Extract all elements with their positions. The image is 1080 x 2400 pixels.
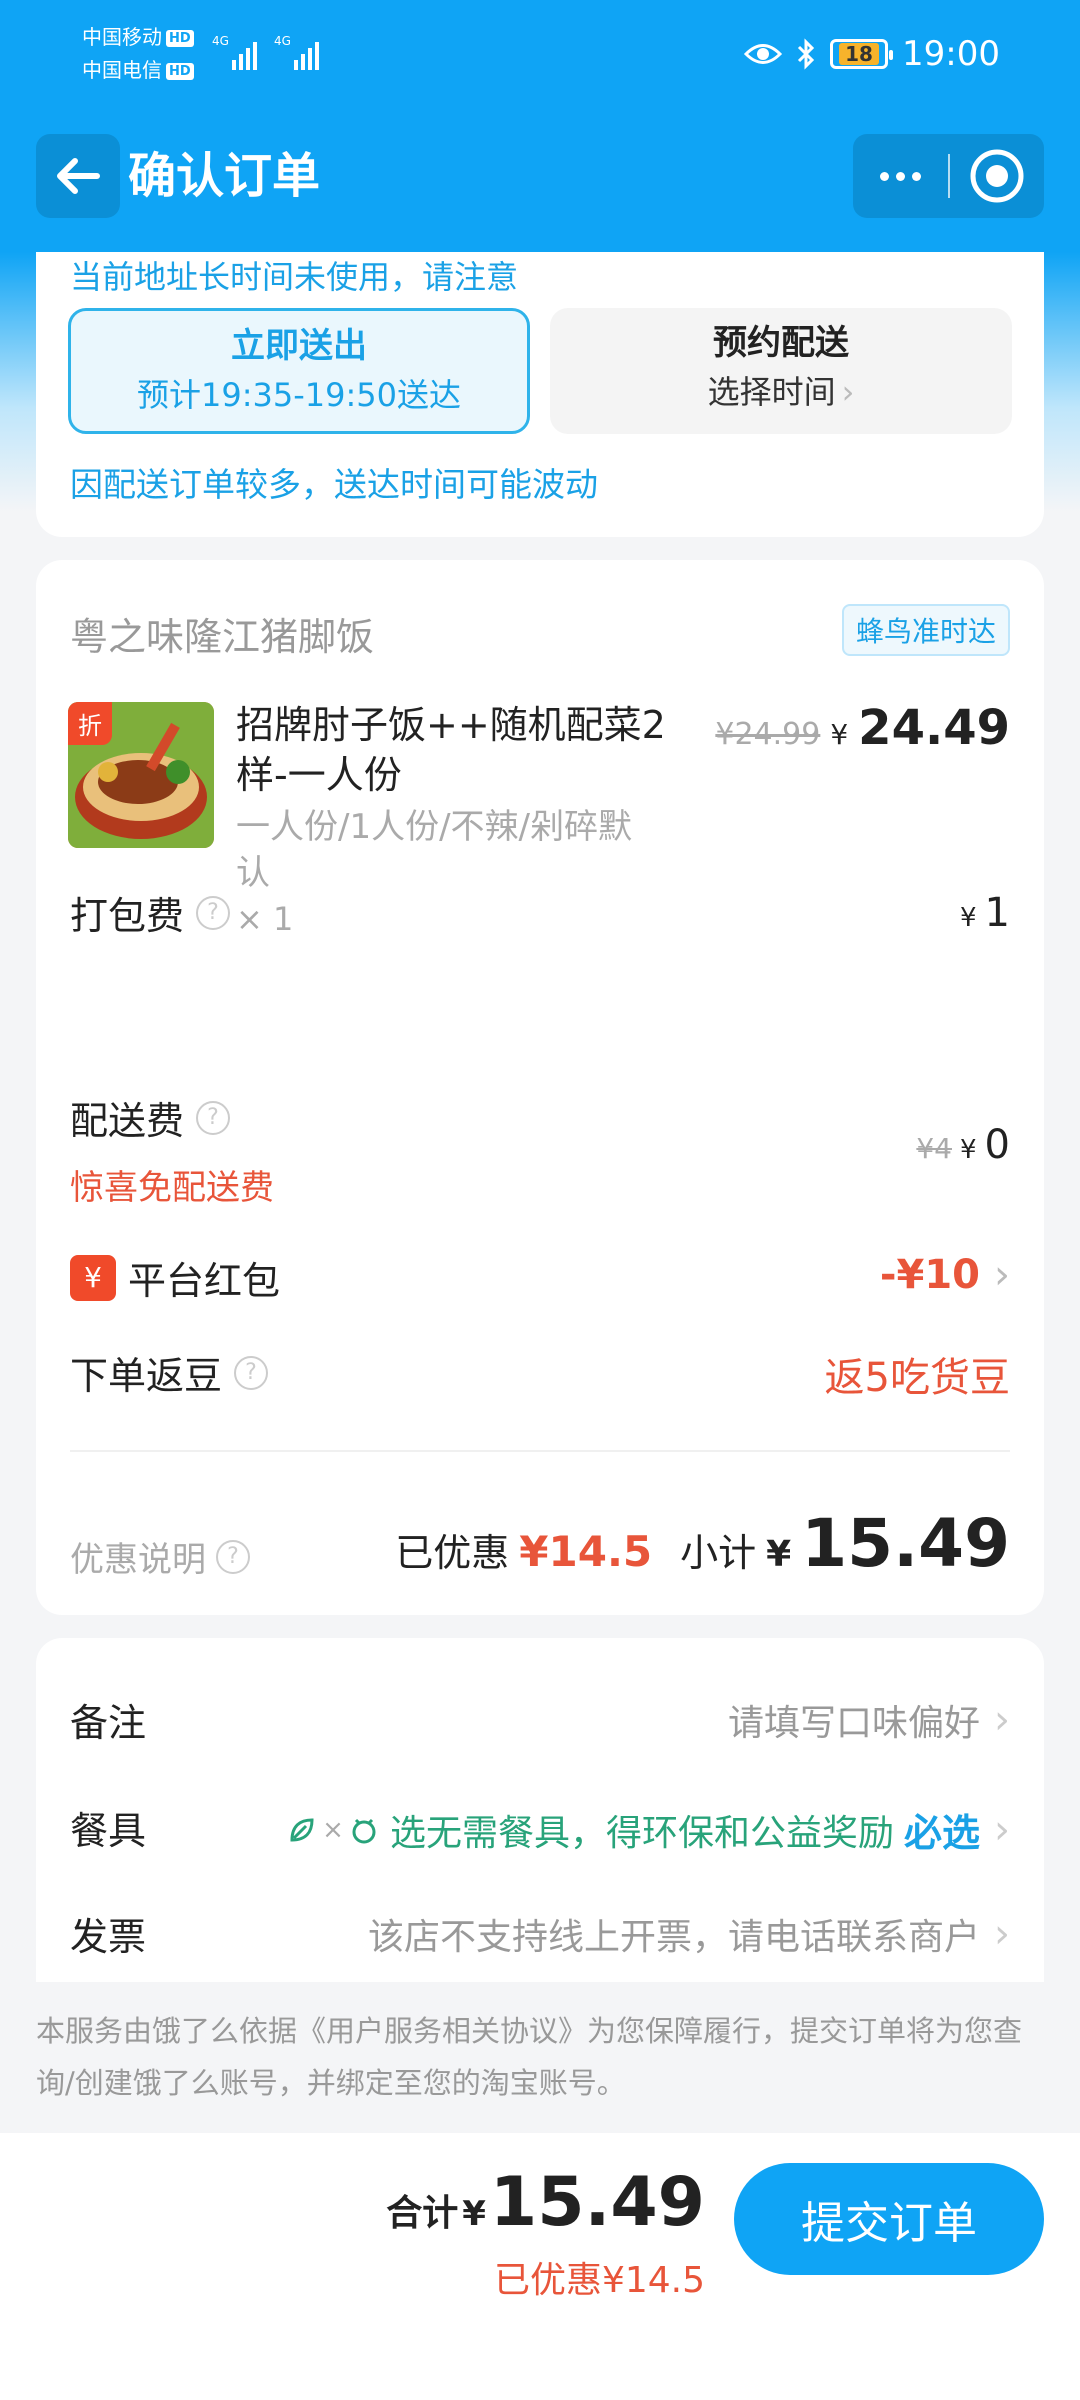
currency-symbol: ¥: [766, 1534, 792, 1575]
dish-name: 招牌肘子饭++随机配菜2样-一人份: [236, 703, 666, 797]
total-amount: 15.49: [489, 2163, 705, 2242]
saved-amount: ¥14.5: [519, 1527, 653, 1576]
chevron-right-icon: ›: [994, 1697, 1010, 1743]
deliver-now-title: 立即送出: [231, 326, 367, 366]
nav-bar: 确认订单: [0, 108, 1080, 252]
invoice-row[interactable]: 发票 该店不支持线上开票，请电话联系商户 ›: [70, 1902, 1010, 1962]
delay-note: 因配送订单较多，送达时间可能波动: [70, 465, 598, 504]
dot-icon: [912, 171, 921, 181]
free-delivery-promo: 惊喜免配送费: [70, 1168, 274, 1208]
beans-label: 下单返豆 ?: [70, 1345, 269, 1400]
bottom-bar: 合计 ¥ 15.49 已优惠¥14.5 提交订单: [0, 2133, 1080, 2400]
close-mini-program-button[interactable]: [950, 134, 1044, 218]
subtotal-label: 小计: [680, 1531, 757, 1575]
header: 中国移动 HD 中国电信 HD 4G 4G 18 19:00 确认订单: [0, 0, 1080, 252]
dish-prices: ¥24.99 ¥ 24.49: [715, 700, 1010, 756]
arrow-left-icon: [57, 158, 100, 194]
required-tag: 必选: [903, 1811, 980, 1855]
chevron-right-icon: ›: [994, 1806, 1010, 1853]
dish-quantity: × 1: [236, 900, 294, 938]
deliver-now-eta: 预计19:35-19:50送达: [137, 376, 461, 414]
shop-name[interactable]: 粤之味隆江猪脚饭: [70, 606, 374, 661]
address-warning: 当前地址长时间未使用，请注意: [70, 258, 519, 296]
scheduled-delivery-option[interactable]: 预约配送 选择时间 ›: [550, 308, 1012, 434]
divider: [70, 1450, 1010, 1452]
dish-image: 折: [68, 702, 214, 848]
bluetooth-icon: [797, 38, 815, 70]
total-saved: 已优惠¥14.5: [493, 2260, 705, 2301]
target-close-icon: [970, 149, 1024, 203]
currency-symbol: ¥: [830, 718, 849, 751]
total-line: 合计 ¥ 15.49: [386, 2163, 705, 2242]
hd-badge: HD: [166, 30, 194, 47]
more-button[interactable]: [853, 134, 948, 218]
back-button[interactable]: [36, 134, 120, 218]
packing-fee-label: 打包费 ?: [70, 885, 231, 940]
tableware-value: × 选无需餐具，得环保和公益奖励 必选 ›: [286, 1802, 1010, 1857]
order-summary: 已优惠 ¥14.5 小计 ¥ 15.49: [395, 1505, 1010, 1582]
remark-label: 备注: [70, 1701, 147, 1745]
discount-note[interactable]: 优惠说明 ?: [70, 1532, 250, 1581]
agreement-text: 本服务由饿了么依据《用户服务相关协议》为您保障履行，提交订单将为您查询/创建饿了…: [36, 2014, 1023, 2100]
extras-card: 备注 请填写口味偏好 › 餐具 × 选无需餐具，得环保和公益奖励 必选 › 发票: [36, 1638, 1044, 1982]
total-label: 合计: [386, 2193, 459, 2234]
carrier-1: 中国移动 HD: [82, 25, 194, 49]
invoice-value: 该店不支持线上开票，请电话联系商户 ›: [367, 1911, 1010, 1958]
hd-badge: HD: [166, 63, 194, 80]
invoice-label: 发票: [70, 1915, 147, 1959]
page-title: 确认订单: [128, 148, 321, 204]
remark-row[interactable]: 备注 请填写口味偏好 ›: [70, 1688, 1010, 1748]
deliver-now-option[interactable]: 立即送出 预计19:35-19:50送达: [68, 308, 530, 434]
status-bar: 中国移动 HD 中国电信 HD 4G 4G 18 19:00: [0, 0, 1080, 108]
order-card: 粤之味隆江猪脚饭 蜂鸟准时达 折 招牌肘子饭++随机配菜2样-一人份 一人份/1…: [36, 560, 1044, 1615]
original-price: ¥24.99: [715, 717, 821, 752]
currency-symbol: ¥: [462, 2194, 486, 2234]
red-packet-label[interactable]: ¥ 平台红包: [70, 1250, 280, 1305]
chevron-right-icon: ›: [994, 1252, 1010, 1298]
dish-spec: 一人份/1人份/不辣/剁碎默认: [236, 807, 632, 893]
tableware-row[interactable]: 餐具 × 选无需餐具，得环保和公益奖励 必选 ›: [70, 1796, 1010, 1856]
shop-badge: 蜂鸟准时达: [841, 604, 1010, 656]
leaf-icon: ×: [286, 1814, 380, 1846]
packing-fee-value: ¥ 1: [960, 890, 1010, 936]
signal-icon: 4G: [274, 34, 324, 70]
remark-value: 请填写口味偏好 ›: [727, 1697, 1010, 1744]
discount-tag: 折: [68, 702, 112, 745]
question-icon[interactable]: ?: [196, 895, 231, 930]
subtotal-amount: 15.49: [801, 1505, 1010, 1582]
submit-order-button[interactable]: 提交订单: [734, 2163, 1044, 2275]
chevron-right-icon: ›: [841, 373, 855, 411]
status-time: 19:00: [902, 34, 1000, 74]
scheduled-title: 预约配送: [713, 323, 849, 363]
chevron-right-icon: ›: [994, 1911, 1010, 1957]
mini-program-capsule: [853, 134, 1044, 218]
current-price: 24.49: [858, 700, 1010, 756]
red-packet-value[interactable]: -¥10 ›: [880, 1252, 1010, 1298]
saved-label: 已优惠: [395, 1531, 510, 1575]
carrier-2: 中国电信 HD: [82, 58, 194, 82]
delivery-card: 当前地址长时间未使用，请注意 立即送出 预计19:35-19:50送达 预约配送…: [36, 220, 1044, 537]
eye-icon: [744, 44, 783, 64]
page: 中国移动 HD 中国电信 HD 4G 4G 18 19:00 确认订单 当前地址…: [0, 0, 1080, 2400]
delivery-fee-label: 配送费 ?: [70, 1090, 231, 1145]
scheduled-subtitle: 选择时间: [707, 373, 836, 411]
battery-icon: 18: [830, 39, 894, 69]
red-packet-icon: ¥: [70, 1254, 116, 1301]
signal-icon: 4G: [212, 34, 262, 70]
beans-value: 返5吃货豆: [824, 1355, 1010, 1401]
dot-icon: [880, 171, 889, 181]
dot-icon: [896, 171, 905, 181]
question-icon: ?: [216, 1539, 250, 1574]
status-right: 18 19:00: [744, 30, 1000, 78]
question-icon[interactable]: ?: [234, 1355, 269, 1390]
question-icon[interactable]: ?: [196, 1100, 231, 1135]
delivery-fee-value: ¥4 ¥ 0: [916, 1122, 1010, 1168]
tableware-label: 餐具: [70, 1809, 147, 1853]
